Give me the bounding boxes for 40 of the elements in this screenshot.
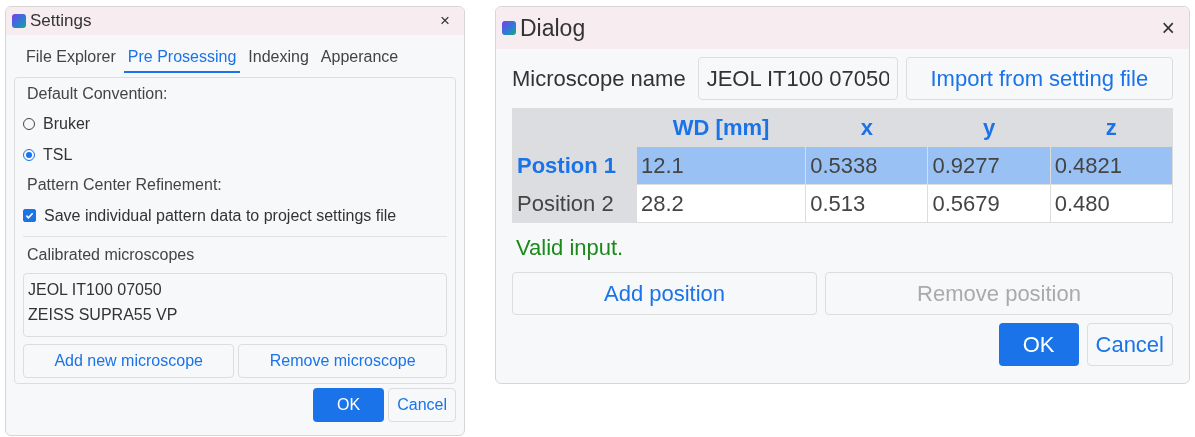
- section-label: Pattern Center Refinement:: [26, 175, 223, 196]
- push-button[interactable]: Remove microscope: [238, 343, 447, 378]
- table-cell[interactable]: 0.5338: [805, 146, 928, 185]
- status-message: Valid input.: [515, 234, 625, 262]
- table-cell[interactable]: 0.9277: [927, 146, 1051, 185]
- field-label: Microscope name: [512, 65, 686, 93]
- tab[interactable]: Indexing: [244, 43, 313, 73]
- import-button[interactable]: Import from setting file: [905, 57, 1173, 100]
- cancel-button[interactable]: Cancel: [388, 387, 456, 422]
- table-cell[interactable]: 0.480: [1050, 184, 1173, 223]
- checkbox-label: Save individual pattern data to project settings file: [44, 205, 397, 226]
- tab[interactable]: Apperance: [316, 43, 403, 73]
- section-label: Calibrated microscopes: [26, 244, 196, 265]
- ok-button[interactable]: OK: [998, 323, 1079, 366]
- table-cell[interactable]: 0.5679: [927, 184, 1051, 223]
- push-button[interactable]: Add new microscope: [23, 343, 235, 378]
- list-item[interactable]: ZEISS SUPRA55 VP: [28, 303, 442, 328]
- list-item[interactable]: JEOL IT100 07050: [28, 278, 442, 304]
- tab[interactable]: File Explorer: [22, 43, 120, 73]
- table-cell[interactable]: 12.1: [636, 146, 806, 185]
- row-header[interactable]: Position 2: [512, 184, 637, 223]
- column-header: WD [mm]: [636, 108, 806, 147]
- push-button[interactable]: Add position: [512, 272, 818, 315]
- row-header[interactable]: Postion 1: [512, 146, 637, 185]
- window-title: Settings: [30, 10, 92, 33]
- section-label: Default Convention:: [26, 84, 169, 104]
- radio-label: TSL: [43, 144, 73, 165]
- window-title: Dialog: [520, 13, 586, 43]
- column-header: z: [1050, 108, 1173, 147]
- radio-label: Bruker: [43, 114, 91, 135]
- cancel-button[interactable]: Cancel: [1086, 323, 1173, 366]
- close-button[interactable]: ×: [1155, 10, 1181, 46]
- column-header: x: [805, 108, 928, 147]
- table-cell[interactable]: 28.2: [636, 184, 806, 223]
- close-button[interactable]: ×: [434, 8, 456, 34]
- column-header: y: [927, 108, 1051, 147]
- tab[interactable]: Pre Prosessing: [123, 43, 241, 73]
- ok-button[interactable]: OK: [313, 387, 385, 422]
- table-cell[interactable]: 0.4821: [1050, 146, 1173, 185]
- table-cell[interactable]: 0.513: [805, 184, 928, 223]
